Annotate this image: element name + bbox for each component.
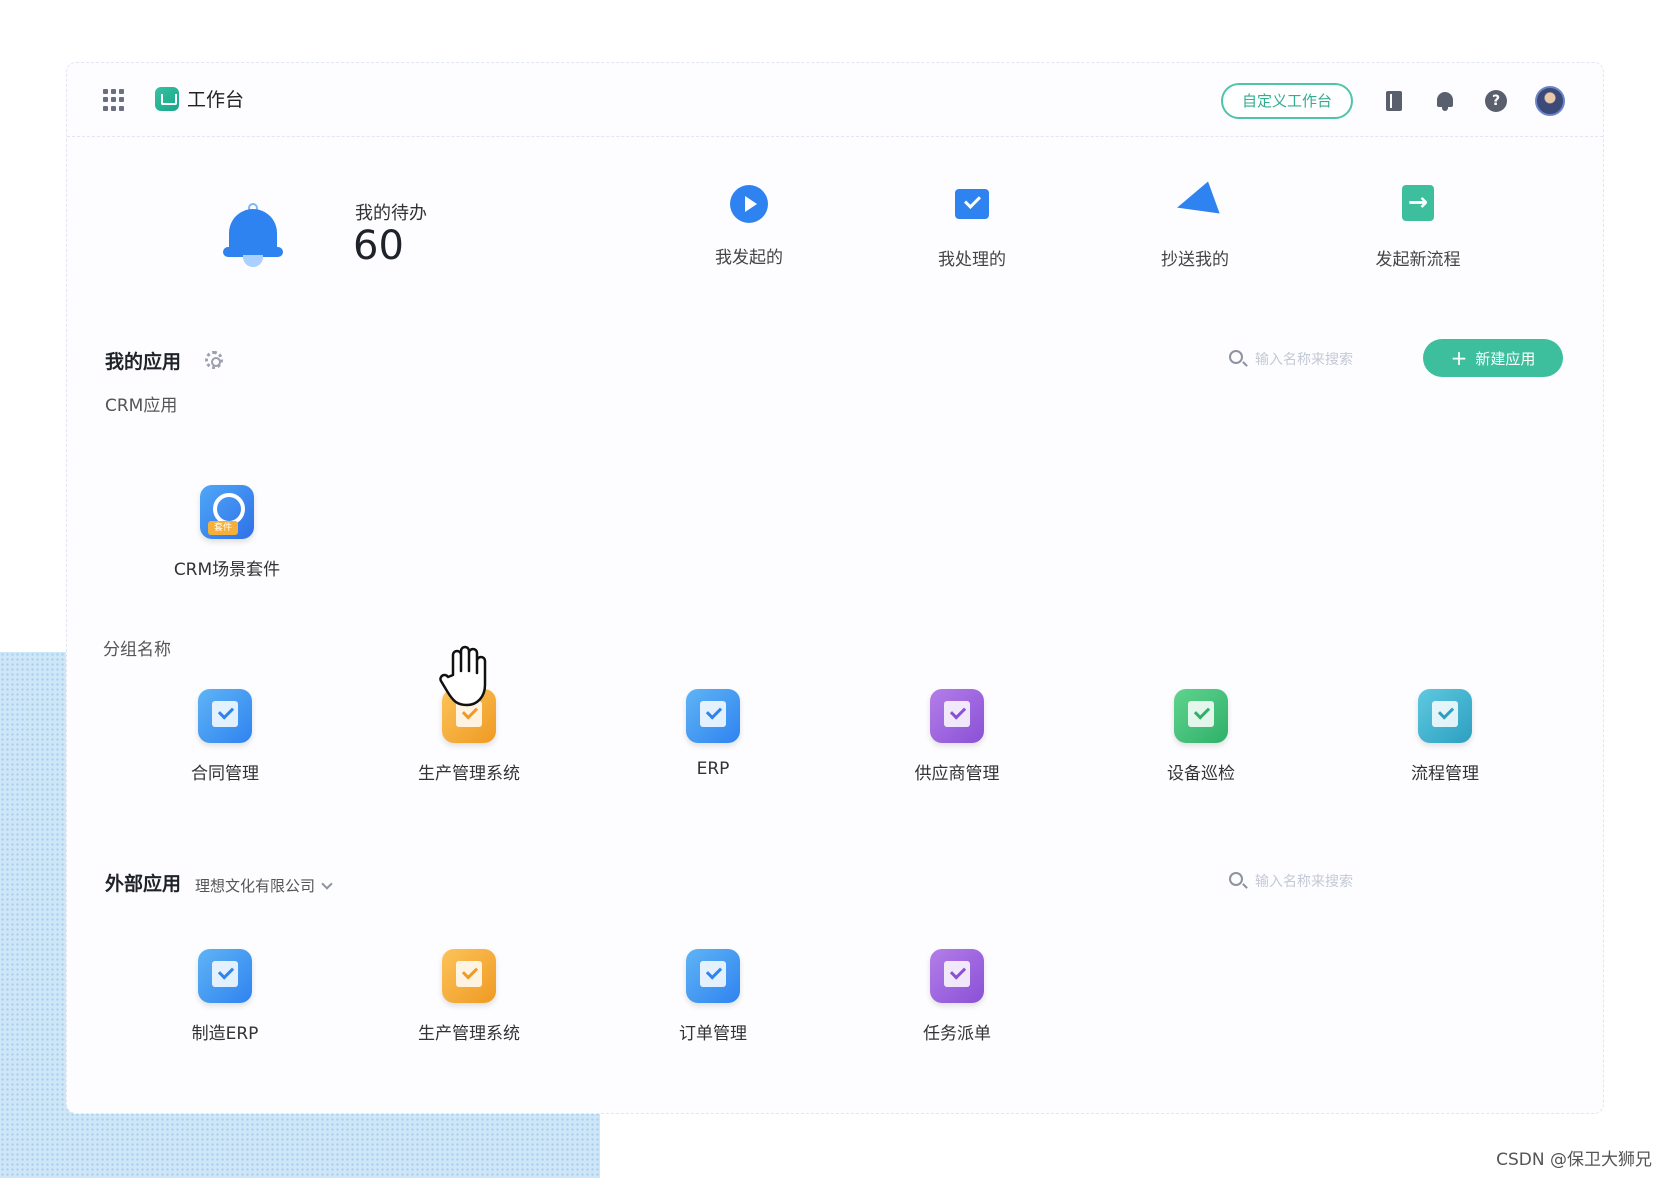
crm-suite-icon (200, 485, 254, 539)
todo-label: 我的待办 (355, 203, 427, 224)
app-tile[interactable]: 供应商管理 (877, 689, 1037, 784)
app-name: 供应商管理 (914, 764, 1000, 784)
new-flow-icon (1396, 181, 1440, 225)
app-name: 流程管理 (1411, 764, 1479, 784)
app-check-icon (442, 949, 496, 1003)
app-grid-icon[interactable] (103, 89, 125, 111)
workbench-card: 工作台 自定义工作台 ? 我的待办 60 我发起的 我处理的 抄送我的 发起新流… (66, 62, 1604, 1114)
help-icon[interactable]: ? (1485, 90, 1507, 112)
quick-action-label: 我处理的 (938, 250, 1006, 270)
app-name: 生产管理系统 (418, 764, 520, 784)
app-crm-suite[interactable]: CRM场景套件 (147, 485, 307, 580)
app-name: 合同管理 (191, 764, 259, 784)
workbench-logo-icon (155, 87, 179, 111)
app-name: 制造ERP (191, 1024, 259, 1044)
search-icon (1229, 350, 1243, 364)
hand-cursor-icon (439, 645, 487, 707)
app-check-icon (1174, 689, 1228, 743)
new-app-label: 新建应用 (1475, 350, 1536, 368)
app-check-icon (198, 949, 252, 1003)
external-apps-search-input[interactable] (1255, 867, 1379, 897)
quick-action-initiated[interactable]: 我发起的 (679, 181, 819, 268)
search-icon (1229, 872, 1243, 886)
app-name: 设备巡检 (1167, 764, 1235, 784)
external-apps-search[interactable] (1229, 867, 1379, 897)
app-tile[interactable]: 流程管理 (1365, 689, 1525, 784)
app-tile[interactable]: ERP (633, 689, 793, 779)
external-apps-title: 外部应用 (105, 873, 182, 895)
app-name: 生产管理系统 (418, 1024, 520, 1044)
company-select-value: 理想文化有限公司 (195, 877, 316, 895)
app-tile[interactable]: 生产管理系统 (389, 949, 549, 1044)
app-name: ERP (696, 759, 730, 779)
group-label-default: 分组名称 (103, 640, 171, 660)
quick-action-cc[interactable]: 抄送我的 (1125, 181, 1265, 270)
notification-bell-icon[interactable] (1434, 90, 1456, 112)
app-tile[interactable]: 设备巡检 (1121, 689, 1281, 784)
quick-action-new-flow[interactable]: 发起新流程 (1348, 181, 1488, 270)
top-bar: 工作台 自定义工作台 ? (67, 63, 1603, 137)
todo-bell-icon (223, 203, 283, 267)
my-apps-search-input[interactable] (1255, 345, 1379, 375)
quick-action-label: 抄送我的 (1161, 250, 1229, 270)
page-title: 工作台 (187, 89, 245, 111)
play-icon (730, 185, 768, 223)
app-check-icon (198, 689, 252, 743)
new-app-button[interactable]: + 新建应用 (1423, 339, 1563, 377)
app-check-icon (930, 949, 984, 1003)
book-icon[interactable] (1383, 90, 1405, 112)
app-tile[interactable]: 订单管理 (633, 949, 793, 1044)
quick-action-handled[interactable]: 我处理的 (902, 181, 1042, 270)
my-apps-title: 我的应用 (105, 351, 182, 373)
app-tile[interactable]: 任务派单 (877, 949, 1037, 1044)
app-name: 订单管理 (679, 1024, 747, 1044)
quick-action-label: 我发起的 (715, 248, 783, 268)
app-check-icon (1418, 689, 1472, 743)
app-check-icon (686, 949, 740, 1003)
app-tile[interactable]: 合同管理 (145, 689, 305, 784)
plus-icon: + (1450, 346, 1468, 370)
settings-gear-icon[interactable] (205, 351, 223, 369)
company-select[interactable]: 理想文化有限公司 (195, 875, 333, 896)
chevron-down-icon (321, 878, 333, 890)
watermark: CSDN @保卫大狮兄 (1496, 1150, 1652, 1170)
customize-workbench-button[interactable]: 自定义工作台 (1221, 83, 1353, 119)
my-apps-search[interactable] (1229, 345, 1379, 375)
app-check-icon (930, 689, 984, 743)
app-name: CRM场景套件 (173, 560, 281, 580)
app-tile[interactable]: 制造ERP (145, 949, 305, 1044)
app-name: 任务派单 (923, 1024, 991, 1044)
app-check-icon (686, 689, 740, 743)
paper-plane-icon (1173, 181, 1217, 225)
check-box-icon (950, 181, 994, 225)
todo-count[interactable]: 60 (353, 223, 404, 269)
quick-action-label: 发起新流程 (1375, 250, 1461, 270)
avatar[interactable] (1535, 86, 1565, 116)
group-label-crm: CRM应用 (105, 396, 178, 416)
